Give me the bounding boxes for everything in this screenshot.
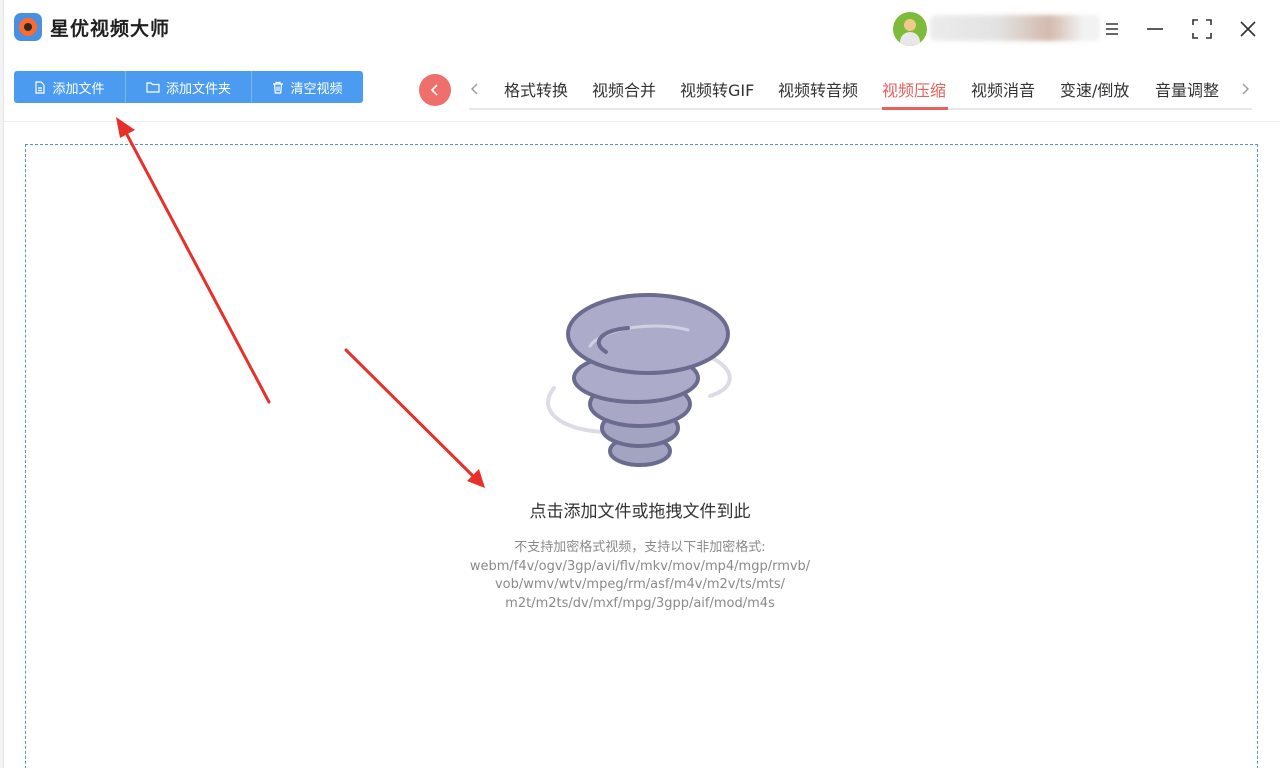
chevron-left-icon [430,84,438,96]
tornado-illustration-icon [546,293,732,467]
file-icon [35,80,46,94]
tab-video-merge[interactable]: 视频合并 [592,77,656,101]
tabs-scroll-right-icon[interactable] [1237,78,1253,100]
app-logo-icon [14,13,42,41]
tab-speed-reverse[interactable]: 变速/倒放 [1060,77,1129,101]
tabs-baseline [469,108,1252,110]
toolbar-button-group: 添加文件 添加文件夹 清空视频 [14,71,363,103]
support-line: 不支持加密格式视频，支持以下非加密格式: [514,540,766,555]
add-file-button[interactable]: 添加文件 [14,71,126,103]
clear-videos-label: 清空视频 [290,81,343,97]
add-folder-label: 添加文件夹 [165,81,231,97]
active-tab-indicator [882,107,948,110]
tab-video-to-audio[interactable]: 视频转音频 [778,77,858,101]
support-line: m2t/m2ts/dv/mxf/mpg/3gpp/aif/mod/m4s [505,595,775,611]
header-divider [4,121,1280,122]
tab-video-to-gif[interactable]: 视频转GIF [680,77,754,101]
support-line: webm/f4v/ogv/3gp/avi/flv/mkv/mov/mp4/mgp… [469,558,811,574]
maximize-icon[interactable] [1187,14,1217,44]
tab-video-compress[interactable]: 视频压缩 [882,77,946,101]
trash-icon [273,81,284,94]
title-bar: 星优视频大师 [0,0,1280,56]
drop-zone-title[interactable]: 点击添加文件或拖拽文件到此 [0,497,1280,522]
tabs-scroll-left-icon[interactable] [467,78,483,100]
user-avatar[interactable] [893,12,927,46]
minimize-icon[interactable] [1140,14,1170,44]
app-title: 星优视频大师 [50,18,171,40]
close-icon[interactable] [1233,14,1263,44]
tab-format-convert[interactable]: 格式转换 [504,77,568,101]
folder-icon [146,82,160,93]
user-info-blurred[interactable] [930,15,1100,41]
tab-volume-adjust[interactable]: 音量调整 [1155,77,1219,101]
tab-video-mute[interactable]: 视频消音 [971,77,1035,101]
left-window-edge [0,0,4,768]
add-file-label: 添加文件 [52,81,105,97]
add-folder-button[interactable]: 添加文件夹 [126,71,252,103]
collapse-button[interactable] [419,74,451,106]
clear-videos-button[interactable]: 清空视频 [252,71,363,103]
supported-formats-text: 不支持加密格式视频，支持以下非加密格式: webm/f4v/ogv/3gp/av… [0,539,1280,613]
support-line: vob/wmv/wtv/mpeg/rm/asf/m4v/m2v/ts/mts/ [494,577,786,592]
menu-icon[interactable] [1097,14,1127,44]
